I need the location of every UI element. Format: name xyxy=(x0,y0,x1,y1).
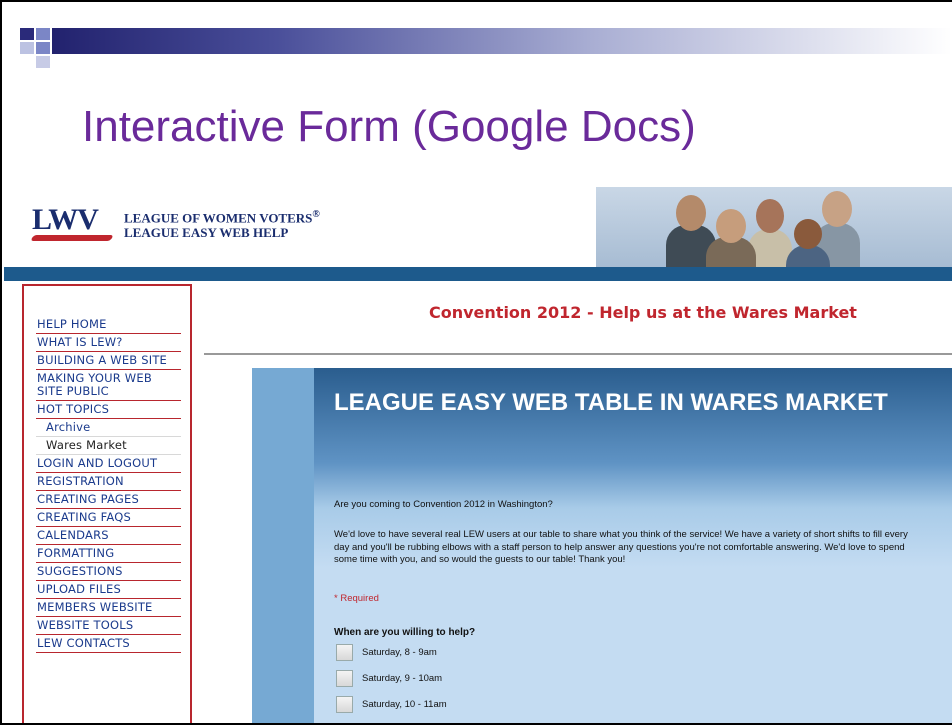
slide: Interactive Form (Google Docs) LWV LEAGU… xyxy=(0,0,952,725)
divider xyxy=(204,353,952,355)
form-description: We'd love to have several real LEW users… xyxy=(334,529,908,565)
option-label[interactable]: Saturday, 9 - 10am xyxy=(362,673,442,684)
photo-person xyxy=(794,219,822,249)
sidebar-item-creating-pages[interactable]: CREATING PAGES xyxy=(36,491,181,509)
decorative-square xyxy=(36,42,50,54)
photo-person xyxy=(756,199,784,233)
site-subtitle: LEAGUE EASY WEB HELP xyxy=(124,225,289,241)
form-title: LEAGUE EASY WEB TABLE IN WARES MARKET xyxy=(334,389,888,416)
decorative-square xyxy=(36,28,50,40)
sidebar-item-making-site-public[interactable]: MAKING YOUR WEB SITE PUBLIC xyxy=(36,370,181,401)
sidebar-item-registration[interactable]: REGISTRATION xyxy=(36,473,181,491)
sidebar-subitem-wares-market[interactable]: Wares Market xyxy=(36,437,181,455)
google-form-frame: LEAGUE EASY WEB TABLE IN WARES MARKET Ar… xyxy=(252,368,952,723)
site-name: LEAGUE OF WOMEN VOTERS® LEAGUE EASY WEB … xyxy=(124,207,320,240)
sidebar: HELP HOME WHAT IS LEW? BUILDING A WEB SI… xyxy=(22,284,192,723)
sidebar-item-formatting[interactable]: FORMATTING xyxy=(36,545,181,563)
logo-swoosh-icon xyxy=(30,235,114,241)
option-label[interactable]: Saturday, 10 - 11am xyxy=(362,699,447,710)
google-form: LEAGUE EASY WEB TABLE IN WARES MARKET Ar… xyxy=(314,368,952,723)
sidebar-item-what-is-lew[interactable]: WHAT IS LEW? xyxy=(36,334,181,352)
org-name: LEAGUE OF WOMEN VOTERS xyxy=(124,210,313,226)
sidebar-item-creating-faqs[interactable]: CREATING FAQS xyxy=(36,509,181,527)
sidebar-item-login-logout[interactable]: LOGIN AND LOGOUT xyxy=(36,455,181,473)
form-question: When are you willing to help? xyxy=(334,627,476,638)
slide-title: Interactive Form (Google Docs) xyxy=(82,102,696,151)
sidebar-item-hot-topics[interactable]: HOT TOPICS xyxy=(36,401,181,419)
sidebar-item-building-a-web-site[interactable]: BUILDING A WEB SITE xyxy=(36,352,181,370)
sidebar-item-suggestions[interactable]: SUGGESTIONS xyxy=(36,563,181,581)
checkbox[interactable] xyxy=(336,670,353,687)
checkbox[interactable] xyxy=(336,644,353,661)
decorative-square xyxy=(20,42,34,54)
header-band xyxy=(4,267,952,281)
sidebar-item-calendars[interactable]: CALENDARS xyxy=(36,527,181,545)
sidebar-item-upload-files[interactable]: UPLOAD FILES xyxy=(36,581,181,599)
header-photo xyxy=(596,187,952,271)
form-intro: Are you coming to Convention 2012 in Was… xyxy=(334,499,553,510)
decorative-square xyxy=(36,56,50,68)
embedded-web-page: LWV LEAGUE OF WOMEN VOTERS® LEAGUE EASY … xyxy=(4,187,952,723)
required-note: * Required xyxy=(334,593,379,604)
sidebar-item-members-website[interactable]: MEMBERS WEBSITE xyxy=(36,599,181,617)
photo-person xyxy=(716,209,746,243)
sidebar-nav: HELP HOME WHAT IS LEW? BUILDING A WEB SI… xyxy=(36,316,181,653)
photo-person xyxy=(822,191,852,227)
sidebar-item-lew-contacts[interactable]: LEW CONTACTS xyxy=(36,635,181,653)
lwv-logo[interactable]: LWV xyxy=(32,203,99,237)
slide-header-gradient-bar xyxy=(52,28,952,54)
sidebar-subitem-archive[interactable]: Archive xyxy=(36,419,181,437)
page-heading: Convention 2012 - Help us at the Wares M… xyxy=(429,303,857,322)
photo-person xyxy=(676,195,706,231)
registered-mark: ® xyxy=(312,209,320,220)
site-header: LWV LEAGUE OF WOMEN VOTERS® LEAGUE EASY … xyxy=(4,187,952,271)
sidebar-item-help-home[interactable]: HELP HOME xyxy=(36,316,181,334)
decorative-square xyxy=(20,28,34,40)
sidebar-item-website-tools[interactable]: WEBSITE TOOLS xyxy=(36,617,181,635)
option-label[interactable]: Saturday, 8 - 9am xyxy=(362,647,437,658)
checkbox[interactable] xyxy=(336,696,353,713)
